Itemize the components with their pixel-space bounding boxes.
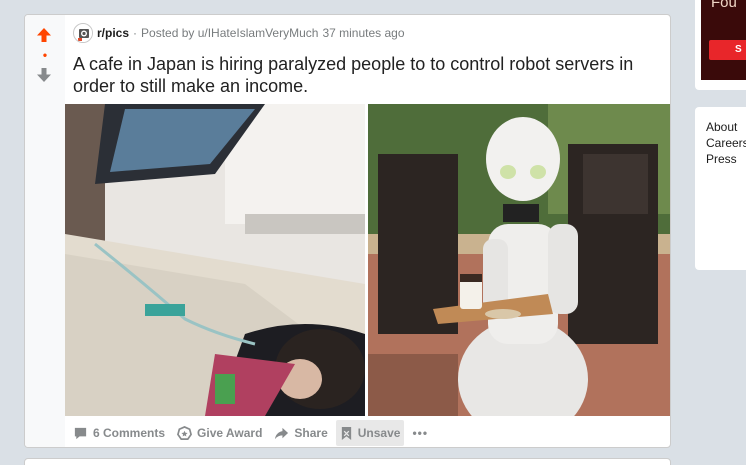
post-image[interactable] [65, 104, 670, 416]
give-award-button[interactable]: Give Award [173, 420, 266, 446]
post-time[interactable]: 37 minutes ago [322, 26, 404, 40]
more-icon: ••• [412, 426, 429, 440]
promo-text: Fou [711, 0, 737, 11]
footer-link-about[interactable]: About [706, 119, 746, 135]
share-button[interactable]: Share [270, 420, 331, 446]
award-icon [177, 425, 193, 440]
unsave-button[interactable]: Unsave [335, 420, 405, 446]
comments-label: 6 Comments [93, 426, 166, 440]
vote-column: • [25, 15, 65, 447]
arrow-down-icon[interactable] [36, 67, 52, 83]
post-card[interactable]: • r/pics · Posted by u/IHateIslamVeryMuc… [24, 14, 671, 448]
sidebar-footer-card: About Careers Press [695, 107, 746, 270]
comments-button[interactable]: 6 Comments [69, 420, 169, 446]
bookmark-icon [341, 426, 351, 440]
sidebar-promo-card: Fou S [695, 0, 746, 90]
share-label: Share [294, 426, 328, 440]
promo-button[interactable]: S [709, 40, 746, 60]
vote-score: • [42, 48, 48, 62]
footer-links: About Careers Press [706, 119, 746, 167]
award-label: Give Award [197, 426, 263, 440]
share-icon [275, 427, 289, 439]
post-meta: r/pics · Posted by u/IHateIslamVeryMuch … [73, 23, 405, 43]
next-post-card[interactable] [24, 458, 671, 465]
unsave-label: Unsave [357, 426, 401, 440]
post-title[interactable]: A cafe in Japan is hiring paralyzed peop… [73, 53, 663, 97]
footer-link-press[interactable]: Press [706, 151, 746, 167]
robot-server-photo [368, 104, 670, 416]
meta-separator: · [133, 26, 138, 40]
post-actions: 6 Comments Give Award Share Unsave ••• [69, 419, 436, 447]
more-options-button[interactable]: ••• [408, 420, 432, 446]
comment-icon [74, 427, 87, 439]
subreddit-link[interactable]: r/pics [97, 26, 129, 40]
posted-by[interactable]: Posted by u/IHateIslamVeryMuch [141, 26, 318, 40]
arrow-up-icon[interactable] [36, 27, 52, 43]
subreddit-icon[interactable] [73, 23, 93, 43]
hospital-bed-photo [65, 104, 365, 416]
footer-link-careers[interactable]: Careers [706, 135, 746, 151]
